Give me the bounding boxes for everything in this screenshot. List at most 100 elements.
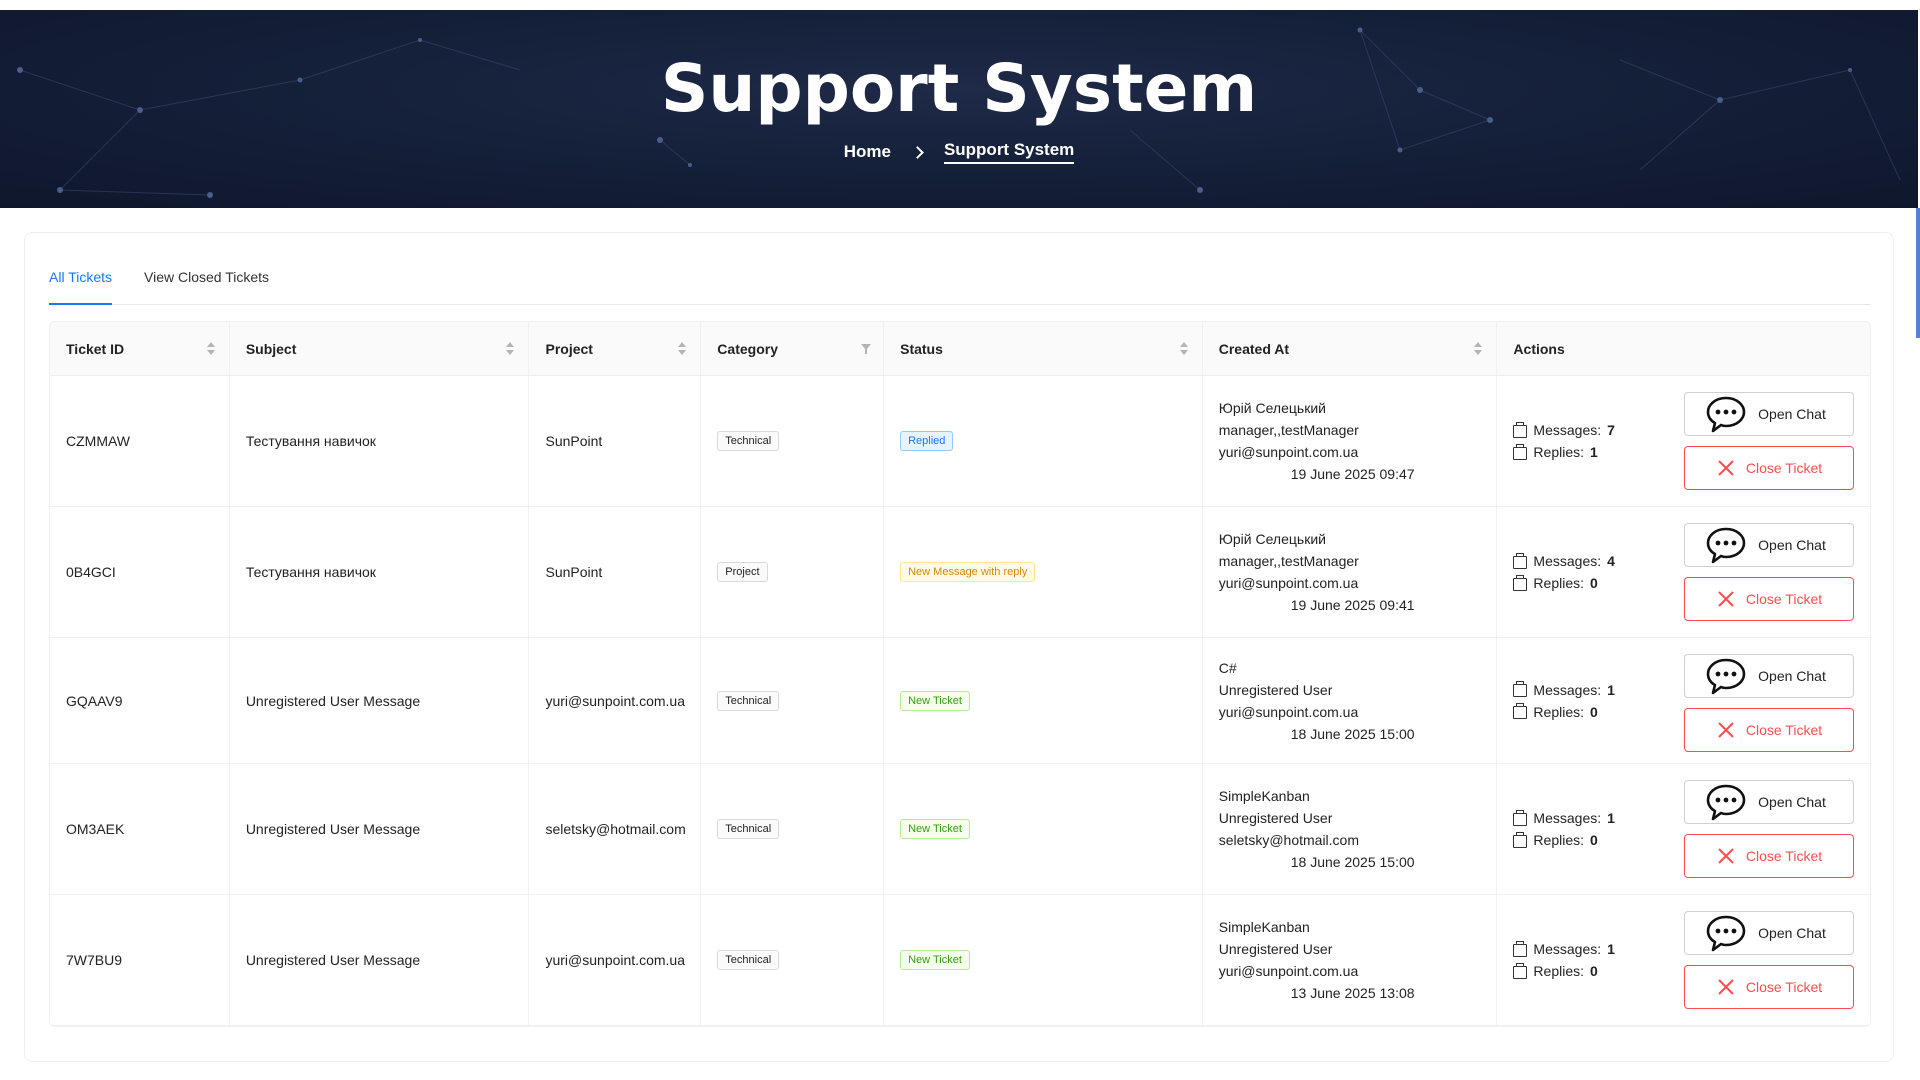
created-line-2: Unregistered User (1218, 681, 1333, 698)
close-ticket-button[interactable]: Close Ticket (1684, 965, 1854, 1009)
ticket-category-cell: Technical (701, 764, 885, 894)
category-tag: Technical (717, 950, 780, 970)
close-ticket-label: Close Ticket (1745, 979, 1823, 995)
column-actions: Actions (1497, 322, 1870, 375)
replies-count: 1 (1590, 444, 1598, 460)
sort-icon[interactable] (206, 342, 215, 356)
created-line-2: Unregistered User (1218, 810, 1333, 826)
briefcase-icon (1513, 552, 1528, 569)
sort-icon[interactable] (1179, 342, 1188, 356)
action-buttons: Open Chat Close Ticket (1684, 523, 1854, 621)
ticket-id: GQAAV9 (50, 638, 230, 763)
open-chat-label: Open Chat (1758, 406, 1826, 422)
ticket-status-cell: New Ticket (884, 638, 1203, 763)
ticket-project: SunPoint (529, 376, 702, 506)
messages-label: Messages: (1533, 681, 1602, 698)
sort-icon[interactable] (678, 342, 687, 356)
open-chat-label: Open Chat (1758, 925, 1826, 941)
ticket-id: CZMMAW (50, 376, 230, 506)
table-header: Ticket ID Subject Project Category Statu… (50, 322, 1870, 376)
created-line-2: manager,,testManager (1218, 553, 1359, 569)
replies-label: Replies: (1533, 832, 1585, 848)
status-badge: New Ticket (900, 690, 970, 711)
open-chat-button[interactable]: Open Chat (1684, 392, 1854, 436)
ticket-created-at: Юрій Селецький manager,,testManager yuri… (1203, 376, 1498, 506)
action-buttons: Open Chat Close Ticket (1684, 780, 1854, 878)
close-x-icon (1718, 979, 1734, 995)
scrollbar-thumb[interactable] (1916, 208, 1920, 338)
open-chat-button[interactable]: Open Chat (1684, 780, 1854, 824)
chat-bubble-icon (1706, 784, 1746, 821)
column-created-at[interactable]: Created At (1203, 322, 1498, 375)
close-ticket-button[interactable]: Close Ticket (1684, 577, 1854, 621)
ticket-project: SunPoint (529, 507, 702, 637)
ticket-id: 7W7BU9 (50, 895, 230, 1025)
replies-count: 0 (1590, 575, 1598, 591)
close-ticket-button[interactable]: Close Ticket (1684, 708, 1854, 752)
ticket-status-cell: New Ticket (884, 764, 1203, 894)
category-tag: Technical (717, 431, 780, 451)
sort-icon[interactable] (506, 342, 515, 356)
close-ticket-button[interactable]: Close Ticket (1684, 834, 1854, 878)
category-tag: Project (717, 562, 768, 582)
column-label: Project (545, 340, 593, 357)
status-badge: Replied (900, 431, 954, 451)
messages-count: 4 (1607, 553, 1615, 569)
briefcase-icon (1513, 940, 1528, 957)
ticket-project: yuri@sunpoint.com.ua (529, 895, 702, 1025)
hero-banner: Support System Home Support System (0, 10, 1918, 208)
briefcase-icon (1513, 421, 1528, 438)
status-badge: New Ticket (900, 819, 970, 839)
open-chat-button[interactable]: Open Chat (1684, 654, 1854, 698)
ticket-counts: Messages: 1 Replies: 0 (1513, 679, 1615, 723)
column-category[interactable]: Category (701, 322, 885, 375)
table-row: CZMMAW Тестування навичок SunPoint Techn… (50, 376, 1870, 507)
ticket-subject: Unregistered User Message (230, 764, 530, 894)
ticket-actions: Messages: 7 Replies: 1 Open Chat Close T… (1497, 376, 1870, 506)
column-label: Actions (1513, 340, 1565, 357)
column-label: Subject (245, 340, 297, 357)
created-line-2: Unregistered User (1218, 941, 1333, 957)
filter-icon[interactable] (861, 344, 872, 354)
tickets-tabs: All Tickets View Closed Tickets (49, 263, 1871, 305)
status-badge: New Message with reply (900, 562, 1036, 582)
chat-bubble-icon (1706, 915, 1746, 952)
ticket-subject: Тестування навичок (230, 376, 530, 506)
open-chat-button[interactable]: Open Chat (1684, 911, 1854, 955)
column-project[interactable]: Project (529, 322, 702, 375)
chat-bubble-icon (1706, 396, 1746, 433)
column-status[interactable]: Status (884, 322, 1203, 375)
close-ticket-label: Close Ticket (1745, 722, 1823, 738)
close-ticket-label: Close Ticket (1745, 848, 1823, 864)
messages-count: 7 (1607, 422, 1615, 438)
breadcrumb: Home Support System (0, 140, 1918, 164)
close-x-icon (1718, 591, 1734, 607)
created-line-3: yuri@sunpoint.com.ua (1218, 444, 1359, 460)
sort-icon[interactable] (1474, 342, 1483, 356)
open-chat-button[interactable]: Open Chat (1684, 523, 1854, 567)
replies-label: Replies: (1533, 963, 1585, 979)
tab-view-closed-tickets[interactable]: View Closed Tickets (144, 263, 269, 305)
close-ticket-button[interactable]: Close Ticket (1684, 446, 1854, 490)
column-label: Status (900, 340, 943, 357)
top-strip (0, 0, 1920, 10)
column-subject[interactable]: Subject (230, 322, 530, 375)
tab-all-tickets[interactable]: All Tickets (49, 263, 113, 305)
ticket-status-cell: Replied (884, 376, 1203, 506)
action-buttons: Open Chat Close Ticket (1684, 654, 1854, 752)
ticket-counts: Messages: 7 Replies: 1 (1513, 419, 1615, 463)
ticket-status-cell: New Ticket (884, 895, 1203, 1025)
created-line-1: Юрій Селецький (1218, 400, 1326, 416)
created-line-2: manager,,testManager (1218, 422, 1359, 438)
briefcase-icon (1513, 809, 1528, 826)
category-tag: Technical (717, 819, 780, 839)
created-line-1: Юрій Селецький (1218, 531, 1326, 547)
breadcrumb-home-link[interactable]: Home (844, 142, 891, 162)
table-row: GQAAV9 Unregistered User Message yuri@su… (50, 638, 1870, 764)
column-label: Created At (1218, 340, 1290, 357)
action-buttons: Open Chat Close Ticket (1684, 392, 1854, 490)
column-ticket-id[interactable]: Ticket ID (50, 322, 230, 375)
ticket-category-cell: Project (701, 507, 885, 637)
ticket-category-cell: Technical (701, 638, 885, 763)
close-x-icon (1718, 722, 1734, 738)
